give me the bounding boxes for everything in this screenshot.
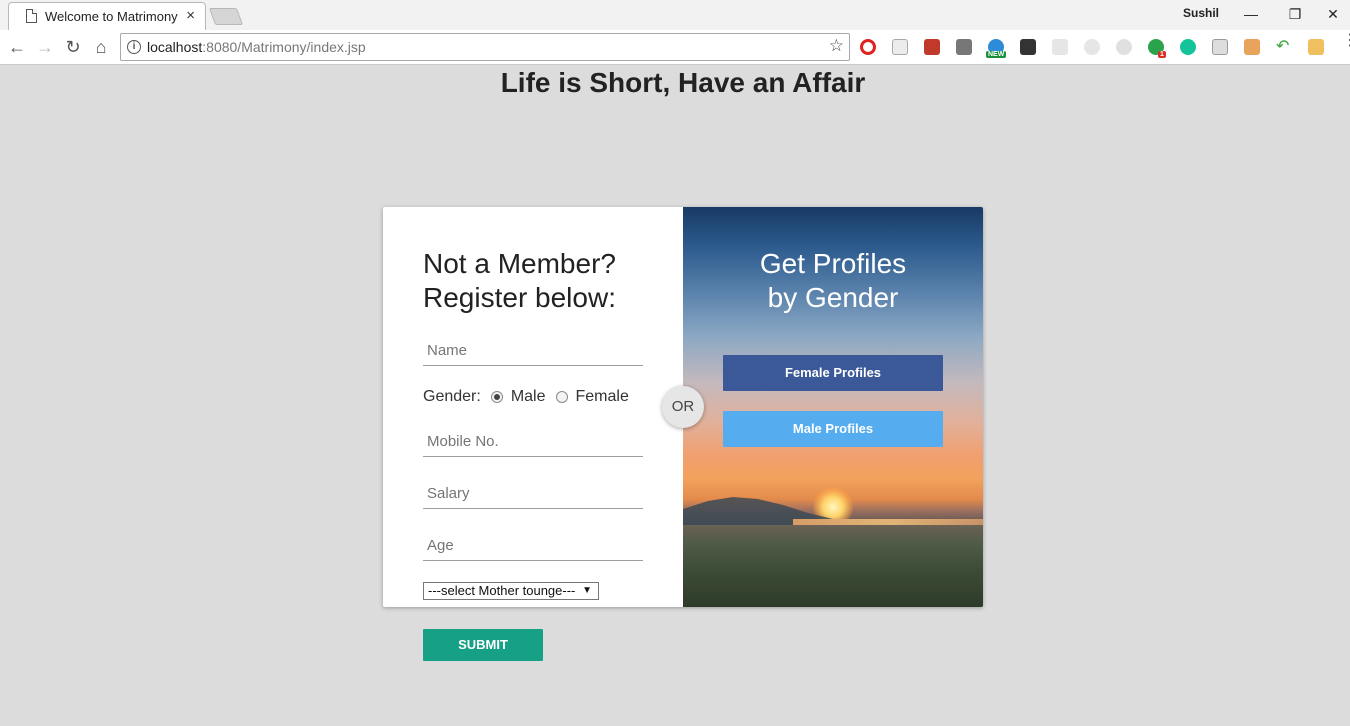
profiles-panel: Get Profiles by Gender Female Profiles M… [683,207,983,607]
mother-tongue-value: ---select Mother tounge--- [428,583,576,598]
submit-button[interactable]: SUBMIT [423,629,543,661]
minimize-button[interactable]: — [1228,2,1274,26]
mobile-field[interactable] [423,427,643,457]
mother-tongue-select[interactable]: ---select Mother tounge--- ▼ [423,582,599,600]
register-panel: Not a Member? Register below: Gender: Ma… [383,207,683,607]
forward-icon[interactable]: → [33,35,57,59]
gender-female-label[interactable]: Female [576,388,629,406]
grid-extension-icon[interactable] [1052,39,1068,55]
leaf-extension-icon[interactable] [1116,39,1132,55]
tab-title: Welcome to Matrimony [45,9,178,24]
menu-icon[interactable]: ⋮ [1342,33,1350,49]
grammarly-extension-icon[interactable] [1180,39,1196,55]
profile-name[interactable]: Sushil [1183,6,1219,20]
face-extension-icon[interactable] [1244,39,1260,55]
pocket-extension-icon[interactable] [1020,39,1036,55]
gender-label: Gender: [423,388,481,405]
register-title: Not a Member? Register below: [423,248,616,313]
arrow-extension-icon[interactable]: ↶ [1276,39,1292,55]
or-divider: OR [662,386,704,428]
gender-female-radio[interactable] [555,391,568,403]
info-icon[interactable]: i [127,40,141,54]
close-window-button[interactable]: ✕ [1310,2,1350,26]
age-field[interactable] [423,531,643,561]
registration-card: Not a Member? Register below: Gender: Ma… [383,207,983,607]
close-tab-icon[interactable]: × [186,7,195,25]
profiles-title: Get Profiles by Gender [759,248,907,313]
address-bar[interactable]: i localhost:8080/Matrimony/index.jsp ☆ [120,33,850,61]
name-field[interactable] [423,336,643,366]
page-icon [26,9,37,23]
book-extension-icon[interactable] [924,39,940,55]
gender-group: Gender: Male Female [423,387,629,407]
dropdown-arrow-icon: ▼ [582,585,592,596]
back-icon[interactable]: ← [5,35,29,59]
browser-tab[interactable]: Welcome to Matrimony × [8,2,206,30]
male-profiles-button[interactable]: Male Profiles [723,411,943,447]
gender-male-radio[interactable] [490,391,503,403]
star-icon[interactable]: ☆ [829,36,844,56]
gender-male-label[interactable]: Male [511,388,546,406]
opera-extension-icon[interactable] [860,39,876,55]
salary-field[interactable] [423,479,643,509]
camera-extension-icon[interactable] [1212,39,1228,55]
reload-icon[interactable]: ↻ [61,35,85,59]
new-tab-button[interactable] [208,8,244,25]
count-badge: 1 [1158,51,1166,58]
url-text[interactable]: localhost:8080/Matrimony/index.jsp [147,39,366,55]
tool-extension-icon[interactable] [1308,39,1324,55]
target-extension-icon[interactable] [1084,39,1100,55]
box-extension-icon[interactable] [956,39,972,55]
new-badge: NEW [986,51,1007,58]
shield-extension-icon[interactable] [892,39,908,55]
browser-tabstrip: Welcome to Matrimony × Sushil — ❐ ✕ [0,0,1350,30]
landscape [683,525,983,607]
female-profiles-button[interactable]: Female Profiles [723,355,943,391]
page-title: Life is Short, Have an Affair [500,67,866,98]
browser-toolbar: ← → ↻ ⌂ i localhost:8080/Matrimony/index… [0,30,1350,65]
home-icon[interactable]: ⌂ [89,35,113,59]
